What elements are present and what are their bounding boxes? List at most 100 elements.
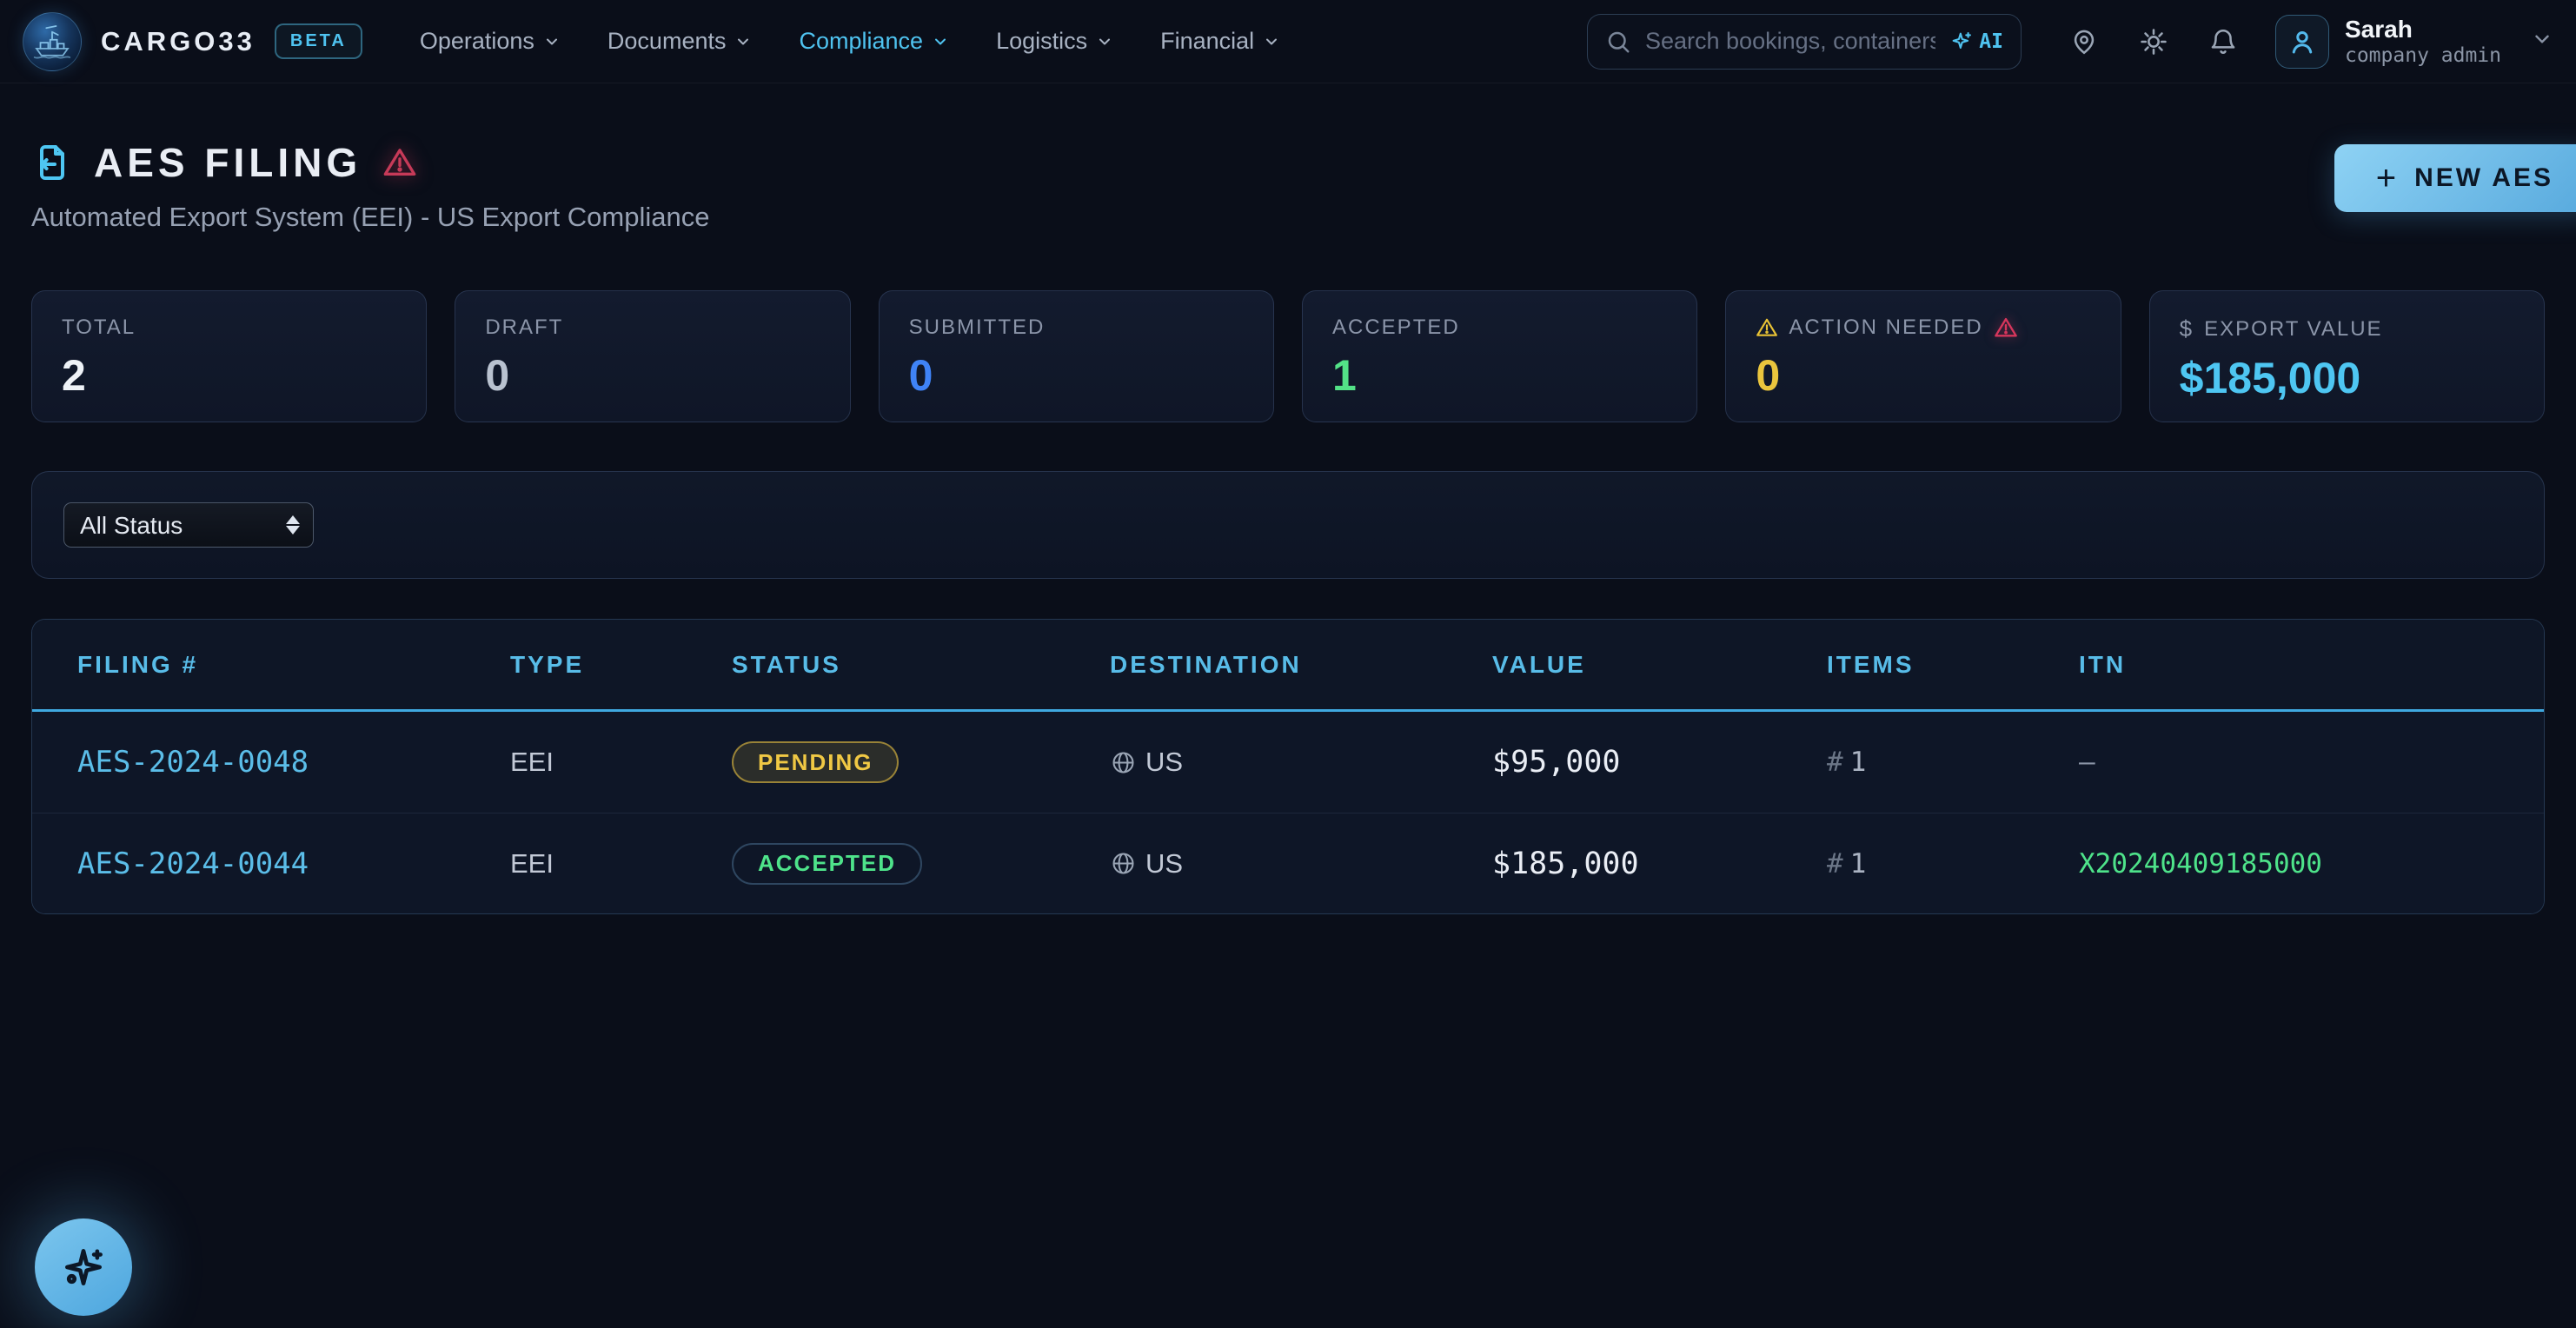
warning-triangle-icon [1756,316,1778,339]
new-aes-button[interactable]: + NEW AES [2334,144,2576,212]
stat-card-draft: DRAFT 0 [455,290,850,422]
sun-icon [2139,27,2168,56]
app-root: CARGO33 BETA Operations Documents Compli… [0,0,2576,1328]
stat-value: 1 [1332,350,1667,401]
col-header-value: VALUE [1492,651,1827,679]
warning-triangle-icon [1994,315,2018,340]
stat-value: 0 [909,350,1244,401]
status-filter-wrap: All Status [63,502,314,548]
stat-label: ACCEPTED [1332,315,1667,340]
top-nav: CARGO33 BETA Operations Documents Compli… [0,0,2576,83]
destination-code: US [1145,848,1183,880]
beta-badge: BETA [275,23,362,59]
notifications-button[interactable] [2208,26,2239,57]
ai-search-toggle[interactable]: AI [1949,30,2003,54]
theme-toggle-button[interactable] [2138,26,2169,57]
stat-value: 0 [1756,350,2090,401]
menu-item-compliance[interactable]: Compliance [799,28,949,55]
search-icon [1605,29,1631,55]
chevron-down-icon [543,33,561,50]
user-menu[interactable]: Sarah company admin [2275,15,2553,69]
avatar [2275,15,2329,69]
table-header-row: FILING # TYPE STATUS DESTINATION VALUE I… [32,620,2544,712]
itn-cell: X20240409185000 [2079,848,2544,880]
status-badge: PENDING [732,741,899,783]
stat-card-export-value: $ EXPORT VALUE $185,000 [2149,290,2545,422]
items-cell: # 1 [1827,848,2079,880]
page-header: AES FILING Automated Export System (EEI)… [31,139,2545,233]
filing-value: $185,000 [1492,847,1827,881]
menu-item-operations[interactable]: Operations [420,28,561,55]
stat-label: DRAFT [485,315,820,340]
table-row[interactable]: AES-2024-0044 EEI ACCEPTED US $185,000 #… [32,813,2544,913]
col-header-destination: DESTINATION [1110,651,1492,679]
chevron-down-icon [2531,28,2553,55]
stat-card-submitted: SUBMITTED 0 [879,290,1274,422]
stat-value: 2 [62,350,396,401]
stat-card-action-needed: ACTION NEEDED 0 [1725,290,2121,422]
brand-name: CARGO33 [101,26,256,57]
items-count: 1 [1850,848,1867,880]
globe-icon [1110,749,1137,776]
items-cell: # 1 [1827,747,2079,778]
stat-label-text: EXPORT VALUE [2204,317,2382,342]
col-header-type: TYPE [510,651,732,679]
new-aes-label: NEW AES [2414,163,2553,193]
menu-item-logistics[interactable]: Logistics [996,28,1113,55]
status-cell: ACCEPTED [732,843,1110,885]
col-header-itn: ITN [2079,651,2544,679]
chevron-down-icon [932,33,949,50]
dollar-icon: $ [2180,315,2194,342]
destination-cell: US [1110,747,1492,778]
stat-label: TOTAL [62,315,396,340]
page-subtitle: Automated Export System (EEI) - US Expor… [31,202,709,233]
filing-number-link[interactable]: AES-2024-0048 [32,745,510,780]
menu-item-label: Financial [1160,28,1254,55]
filing-value: $95,000 [1492,745,1827,780]
ai-assistant-fab[interactable] [35,1218,132,1316]
stat-label: ACTION NEEDED [1756,315,2090,340]
nav-icons [2068,26,2239,57]
brand[interactable]: CARGO33 BETA [23,12,362,71]
menu-item-label: Operations [420,28,534,55]
destination-cell: US [1110,848,1492,880]
status-filter-select[interactable]: All Status [63,502,314,548]
user-name: Sarah [2345,16,2501,43]
main-menu: Operations Documents Compliance Logistic… [420,28,1280,55]
menu-item-label: Logistics [996,28,1087,55]
sparkles-icon [59,1243,108,1291]
destination-code: US [1145,747,1183,778]
stat-value: 0 [485,350,820,401]
menu-item-label: Compliance [799,28,923,55]
filings-table: FILING # TYPE STATUS DESTINATION VALUE I… [31,619,2545,914]
stats-row: TOTAL 2 DRAFT 0 SUBMITTED 0 ACCEPTED 1 A… [31,290,2545,422]
search-input[interactable] [1645,28,1935,55]
menu-item-documents[interactable]: Documents [607,28,753,55]
global-search: AI [1587,14,2022,70]
bell-icon [2208,27,2238,56]
location-button[interactable] [2068,26,2100,57]
menu-item-financial[interactable]: Financial [1160,28,1280,55]
file-export-icon [31,142,73,183]
page-title: AES FILING [94,139,362,186]
hash-icon: # [1827,848,1843,880]
warning-triangle-icon [382,145,417,180]
stat-label: $ EXPORT VALUE [2180,315,2514,342]
status-badge: ACCEPTED [732,843,922,885]
col-header-filing: FILING # [32,651,510,679]
filing-type: EEI [510,848,732,880]
chevron-down-icon [734,33,752,50]
stat-value: $185,000 [2180,353,2514,403]
hash-icon: # [1827,747,1843,778]
filing-number-link[interactable]: AES-2024-0044 [32,847,510,881]
chevron-down-icon [1263,33,1280,50]
chevron-down-icon [1096,33,1113,50]
menu-item-label: Documents [607,28,727,55]
main-content: AES FILING Automated Export System (EEI)… [0,139,2576,914]
table-row[interactable]: AES-2024-0048 EEI PENDING US $95,000 # 1… [32,712,2544,813]
stat-card-accepted: ACCEPTED 1 [1302,290,1697,422]
sparkle-icon [1949,30,1974,54]
user-icon [2287,26,2318,57]
stat-label: SUBMITTED [909,315,1244,340]
user-info: Sarah company admin [2345,16,2501,66]
